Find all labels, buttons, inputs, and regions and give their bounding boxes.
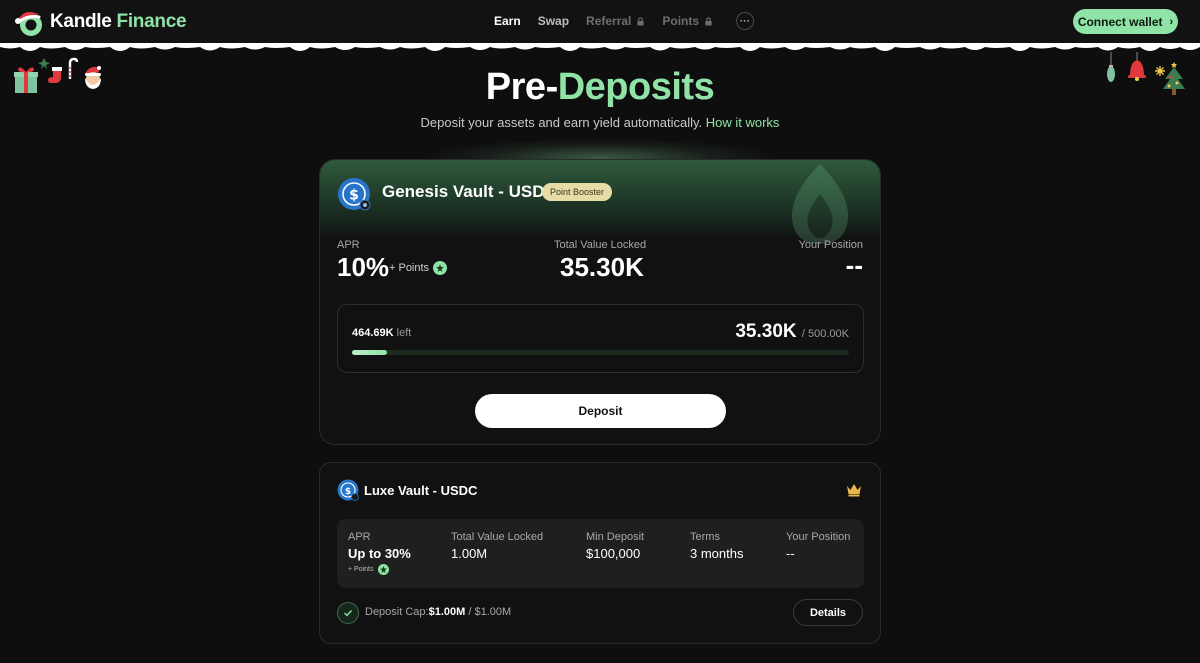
star-icon: [433, 261, 448, 275]
point-booster-badge: Point Booster: [542, 183, 613, 201]
main-nav: Earn Swap Referral Points ···: [494, 12, 755, 30]
terms-stat: Terms 3 months: [690, 531, 743, 561]
tvl-stat: Total Value Locked 1.00M: [451, 531, 543, 561]
vault-stats-panel: APR Up to 30% + Points Total Value Locke…: [337, 519, 864, 588]
tvl-label: Total Value Locked: [451, 531, 544, 543]
how-it-works-link[interactable]: How it works: [706, 115, 780, 130]
position-value: --: [786, 546, 795, 561]
flame-watermark-icon: [791, 164, 849, 244]
vault-title: Genesis Vault - USDC: [382, 182, 557, 201]
subtitle-text: Deposit your assets and earn yield autom…: [420, 115, 703, 130]
check-icon: [337, 602, 359, 624]
min-deposit-label: Min Deposit: [586, 531, 645, 543]
lock-icon: [705, 16, 712, 26]
tvl-value: 35.30K: [560, 252, 644, 282]
remaining-capacity: 464.69K left: [352, 327, 412, 339]
top-nav-bar: Kandle Finance Earn Swap Referral Points…: [0, 0, 1200, 44]
points-tag: + Points: [389, 261, 448, 275]
position-stat: Your Position --: [786, 531, 850, 561]
points-tag: + Points: [348, 564, 411, 575]
apr-label: APR: [337, 239, 360, 251]
terms-label: Terms: [690, 531, 720, 543]
page-title: Pre-Deposits: [485, 66, 715, 108]
position-label: Your Position: [786, 531, 851, 543]
santa-hat-logo-icon: [15, 12, 42, 36]
tvl-value: 1.00M: [451, 546, 488, 561]
points-label: + Points: [389, 262, 430, 274]
deposit-button[interactable]: Deposit: [475, 394, 726, 428]
min-deposit-value: $100,000: [586, 546, 641, 561]
nav-earn[interactable]: Earn: [494, 14, 521, 28]
chevron-right-icon: ›: [1169, 15, 1174, 28]
apr-label: APR: [348, 531, 371, 543]
more-menu-button[interactable]: ···: [736, 12, 755, 30]
svg-text:$: $: [349, 188, 359, 204]
genesis-vault-card: $ Genesis Vault - USDC Point Booster APR…: [319, 159, 881, 445]
usdc-icon: $: [337, 479, 359, 501]
deposit-cap-text: Deposit Cap:$1.00M / $1.00M: [365, 606, 512, 618]
apr-stat: APR Up to 30% + Points: [348, 531, 411, 575]
nav-referral[interactable]: Referral: [586, 14, 645, 28]
apr-value: 10%: [337, 252, 390, 282]
snow-border: [0, 43, 1200, 51]
usdc-icon: $: [338, 178, 371, 211]
tvl-label: Total Value Locked: [554, 239, 647, 251]
apr-value: Up to 30%: [348, 546, 411, 561]
luxe-vault-card: $ Luxe Vault - USDC APR Up to 30% + Poin…: [319, 462, 881, 644]
connect-wallet-label: Connect wallet: [1077, 14, 1163, 29]
cap-progress-text: 35.30K / 500.00K: [735, 321, 849, 342]
min-deposit-stat: Min Deposit $100,000: [586, 531, 644, 561]
deposit-cap-panel: 464.69K left 35.30K / 500.00K: [337, 304, 864, 373]
position-value: --: [845, 250, 863, 280]
details-button[interactable]: Details: [793, 599, 863, 626]
vault-title: Luxe Vault - USDC: [364, 483, 478, 498]
nav-points[interactable]: Points: [662, 14, 713, 28]
cap-progress-fill: [352, 350, 388, 355]
brand-name: Kandle Finance: [50, 11, 187, 32]
cap-progress-bar: [352, 350, 849, 355]
connect-wallet-button[interactable]: Connect wallet ›: [1073, 9, 1178, 34]
star-icon: [377, 564, 389, 575]
svg-text:$: $: [345, 487, 351, 497]
page-subtitle: Deposit your assets and earn yield autom…: [0, 115, 1200, 130]
nav-swap[interactable]: Swap: [538, 14, 569, 28]
lock-icon: [637, 16, 645, 26]
terms-value: 3 months: [690, 546, 744, 561]
crown-icon: [847, 484, 861, 497]
brand-logo[interactable]: Kandle Finance: [14, 6, 187, 38]
